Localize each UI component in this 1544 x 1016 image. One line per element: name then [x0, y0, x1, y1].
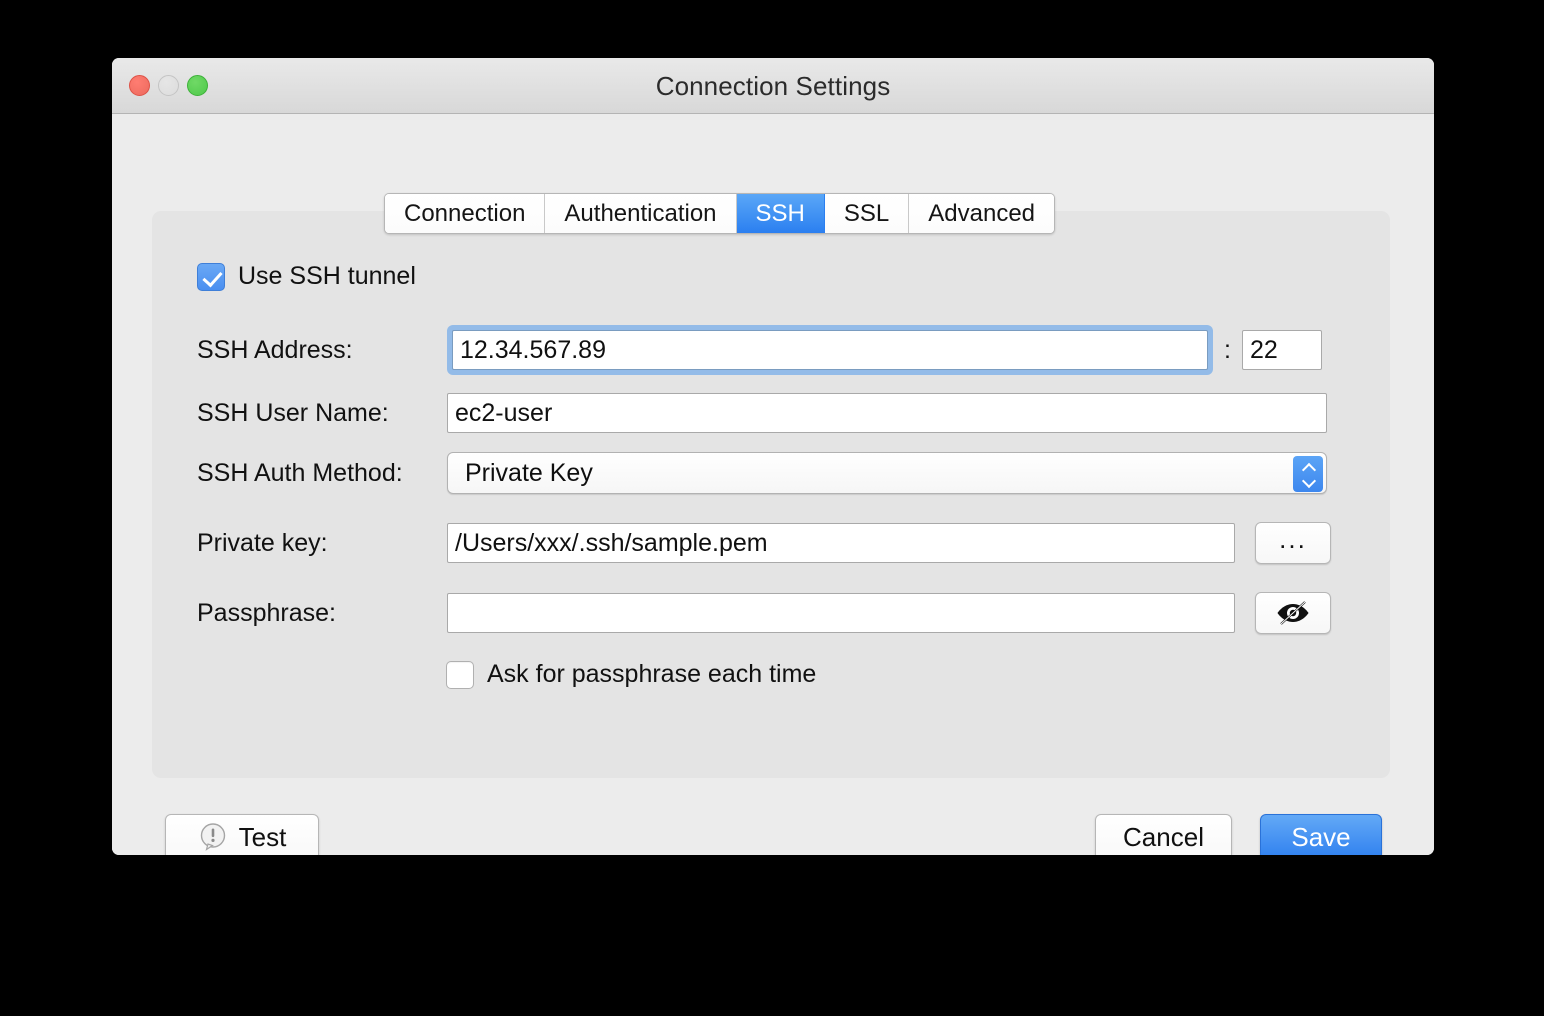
ask-passphrase-label: Ask for passphrase each time: [487, 660, 816, 689]
tab-connection[interactable]: Connection: [385, 194, 545, 233]
passphrase-reveal-button[interactable]: [1255, 592, 1331, 634]
tab-advanced[interactable]: Advanced: [909, 194, 1054, 233]
test-button[interactable]: Test: [165, 814, 319, 855]
ssh-address-row: SSH Address: :: [197, 329, 1322, 371]
eye-slash-icon: [1275, 600, 1311, 626]
chevron-down-icon: [1303, 476, 1314, 487]
ssh-user-name-input[interactable]: [447, 393, 1327, 433]
test-button-label: Test: [239, 822, 287, 853]
window-titlebar: Connection Settings: [112, 58, 1434, 114]
use-ssh-tunnel-checkbox[interactable]: [197, 263, 225, 291]
cancel-button[interactable]: Cancel: [1095, 814, 1232, 855]
settings-panel: Use SSH tunnel SSH Address: : SSH User N…: [152, 211, 1390, 778]
ssh-address-focus-ring: [447, 325, 1213, 375]
private-key-label: Private key:: [197, 529, 447, 558]
window-title: Connection Settings: [112, 58, 1434, 114]
tab-authentication[interactable]: Authentication: [545, 194, 736, 233]
ssh-auth-method-value: Private Key: [448, 459, 593, 488]
ssh-auth-method-label: SSH Auth Method:: [197, 459, 447, 488]
passphrase-label: Passphrase:: [197, 599, 447, 628]
chevron-up-icon: [1303, 462, 1314, 473]
alert-bubble-icon: [198, 822, 228, 852]
use-ssh-tunnel-label: Use SSH tunnel: [238, 262, 416, 291]
private-key-row: Private key: ...: [197, 522, 1331, 564]
ssh-user-name-row: SSH User Name:: [197, 392, 1327, 434]
tab-ssl[interactable]: SSL: [825, 194, 909, 233]
ssh-auth-method-stepper[interactable]: [1293, 456, 1323, 492]
ssh-auth-method-row: SSH Auth Method: Private Key: [197, 452, 1327, 494]
address-port-separator: :: [1224, 336, 1231, 365]
private-key-browse-button[interactable]: ...: [1255, 522, 1331, 564]
connection-settings-window: Connection Settings Use SSH tunnel SSH A…: [112, 58, 1434, 855]
ellipsis-icon: ...: [1279, 534, 1307, 544]
ask-passphrase-checkbox[interactable]: [446, 661, 474, 689]
ssh-address-label: SSH Address:: [197, 336, 447, 365]
save-button[interactable]: Save: [1260, 814, 1382, 855]
ssh-port-input[interactable]: [1242, 330, 1322, 370]
ssh-auth-method-select[interactable]: Private Key: [447, 452, 1327, 494]
tab-ssh[interactable]: SSH: [737, 194, 825, 233]
private-key-input[interactable]: [447, 523, 1235, 563]
settings-tabbar: Connection Authentication SSH SSL Advanc…: [384, 193, 1055, 234]
ssh-address-input[interactable]: [452, 330, 1208, 370]
window-body: Use SSH tunnel SSH Address: : SSH User N…: [112, 114, 1434, 855]
passphrase-row: Passphrase:: [197, 592, 1331, 634]
use-ssh-tunnel-row[interactable]: Use SSH tunnel: [197, 262, 416, 291]
ssh-user-name-label: SSH User Name:: [197, 399, 447, 428]
ask-passphrase-row[interactable]: Ask for passphrase each time: [446, 660, 816, 689]
passphrase-input[interactable]: [447, 593, 1235, 633]
